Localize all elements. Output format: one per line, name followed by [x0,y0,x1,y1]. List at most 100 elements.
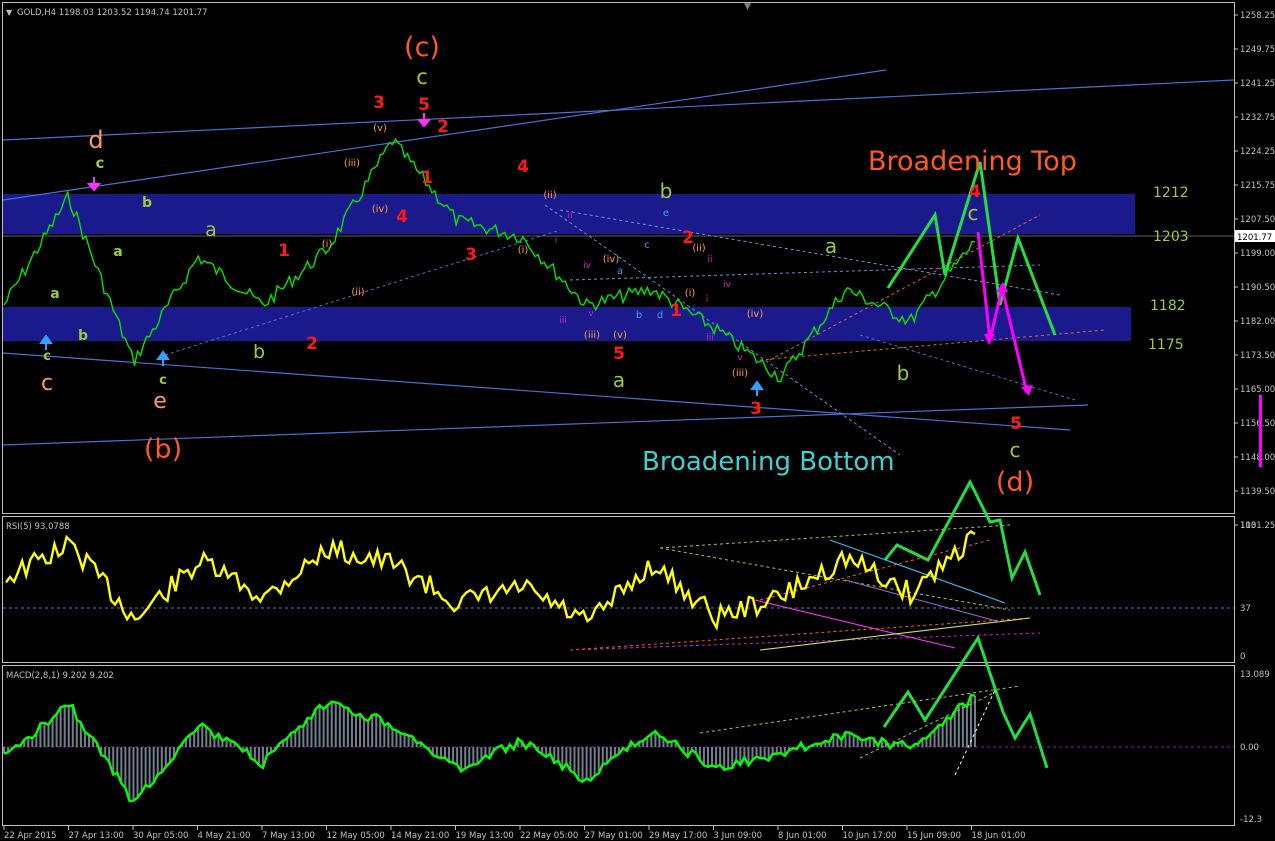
price-tick-label: 1148.00 [1240,453,1275,463]
macd-bar [933,730,936,747]
price-tick-label: 1199.00 [1240,249,1275,259]
macd-bar [706,747,709,767]
wave-iv-small-b: (iv) [603,254,620,265]
rsi-panel-frame [2,516,1235,663]
wave-5-red-c: 5 [613,344,625,364]
dropdown-icon[interactable]: ▼ [6,8,13,17]
broadening-bottom-label: Broadening Bottom [642,447,895,477]
rsi-trendlines [3,524,1234,651]
macd-bar [715,747,718,767]
time-tick-label: 15 Jun 09:00 [907,831,961,841]
macd-bar [573,747,576,774]
macd-bar [476,747,479,765]
time-tick-label: 22 May 05:00 [520,831,578,841]
rsi-line [5,530,976,631]
wave-v-magenta-a: v [588,309,594,319]
macd-bar [407,735,410,747]
wave-d-salmon: d [88,126,103,154]
macd-tick-bottom: -12.3 [1240,815,1262,825]
macd-bar [452,747,455,763]
macd-bar [468,747,471,767]
wave-1-red-c: 1 [670,301,682,321]
time-tick-label: 27 May 01:00 [585,831,643,841]
macd-bar [953,711,956,747]
macd-bar [974,695,976,747]
macd-bar [763,747,766,759]
price-axis: 1258.25 1249.75 1241.25 1232.75 1224.25 1215.… [1234,11,1275,531]
macd-bar [755,747,758,757]
wave-1-red-b: 1 [278,241,290,261]
macd-bar [711,747,714,766]
macd-bar [961,703,964,747]
macd-bar [577,747,580,780]
collapse-icon[interactable]: ▼ [744,2,751,12]
macd-label: MACD(2,8,1) 9.202 9.202 [6,671,114,681]
wave-a-olive-1: a [113,244,122,260]
price-tick-label: 1241.25 [1240,79,1275,89]
rsi-dotted-4 [569,632,1041,651]
wave-big-b: (b) [144,434,182,465]
macd-bar [472,747,475,765]
macd-bar [201,723,204,747]
time-tick-label: 12 May 05:00 [327,831,385,841]
macd-bar [601,747,604,765]
macd-bar [848,732,851,747]
macd-bar [310,718,313,747]
macd-bar [342,707,345,747]
macd-bar [59,707,62,747]
rsi-line-b [754,599,956,649]
wave-iv-small-c: (iv) [747,309,764,320]
rsi-solid-lines [754,539,1031,651]
macd-tick-zero: 0.00 [1240,743,1259,753]
price-line [3,137,976,383]
wave-i-small-c: (i) [685,288,696,299]
wave-b-cyan: b [636,310,642,321]
gold-h4-chart: ▼ GOLD,H4 1198.03 1203.52 1194.74 1201.7… [2,2,1275,841]
macd-bar [148,747,151,787]
macd-bar [460,747,463,772]
wave-a-olive-4: a [613,368,625,392]
macd-bar [581,747,584,782]
wave-iv-magenta-b: iv [723,280,732,290]
arrow-down-magenta-icon [86,177,102,192]
wave-4-red-d: 4 [969,182,981,202]
macd-bar [346,707,349,747]
macd-bar [399,733,402,747]
time-tick-label: 22 Apr 2015 [4,831,57,841]
zone-lower [3,307,1131,341]
macd-bar [852,734,855,747]
wave-ii-small-c: (ii) [692,243,705,254]
price-tick-label: 1258.25 [1240,11,1275,21]
zone-label-1203: 1203 [1153,229,1189,245]
time-tick-label: 30 Apr 05:00 [133,831,188,841]
macd-bar [124,747,127,788]
wave-c-olive-top: c [416,65,428,89]
macd-bar [152,747,155,783]
price-tick-label: 1215.75 [1240,181,1275,191]
wave-iii-magenta-b: iii [706,333,714,343]
time-tick-label: 4 May 21:00 [198,831,251,841]
rsi-line-c [759,617,1031,651]
wave-2-red-b: 2 [306,334,318,354]
macd-bar [257,747,260,766]
macd-bar [945,717,948,747]
macd-bar [132,747,135,801]
broadening-top-label: Broadening Top [868,146,1077,177]
wave-5-red-a: 5 [418,95,430,115]
macd-bar [55,714,58,747]
wave-3-red-c: 3 [750,399,762,419]
price-tick-label: 1182.00 [1240,317,1275,327]
macd-bar [160,747,163,773]
wave-ii-magenta-b: ii [707,255,712,265]
macd-bar [43,722,46,747]
wave-i-small-a: (i) [322,239,333,250]
wave-ii-small-b: (ii) [543,190,556,201]
macd-bar [593,747,596,776]
macd-bar [298,726,301,747]
wave-c-olive-bottom: c [1010,438,1021,462]
macd-bar [439,747,442,759]
wave-b-olive-1: b [142,195,152,211]
wave-4-red-a: 4 [396,207,408,227]
macd-bar [719,747,722,765]
macd-bar [75,719,78,747]
